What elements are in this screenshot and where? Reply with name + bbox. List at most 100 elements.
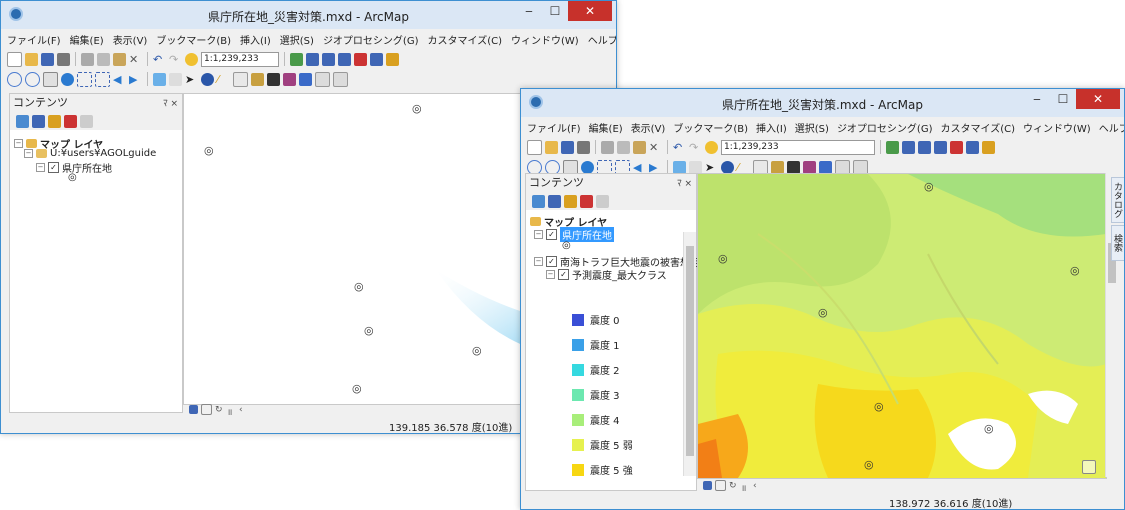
maximize-button[interactable]: ☐ bbox=[542, 1, 568, 21]
python-window-icon[interactable] bbox=[966, 140, 979, 154]
scale-input[interactable]: 1:1,239,233 bbox=[721, 139, 875, 155]
city-marker[interactable]: ◎ bbox=[472, 344, 482, 357]
select-elements-icon[interactable]: ➤ bbox=[185, 73, 198, 86]
toc-layer-symbol[interactable]: ◎ bbox=[68, 172, 77, 183]
data-view-icon[interactable] bbox=[703, 480, 712, 490]
map-view[interactable]: ◎ ◎ ◎ ◎ ◎ ◎ ◎ bbox=[697, 173, 1107, 479]
delete-icon[interactable]: ✕ bbox=[649, 141, 662, 154]
menu-view[interactable]: 表示(V) bbox=[631, 120, 666, 135]
toc-layer-selected[interactable]: − ✓ 県庁所在地 bbox=[534, 227, 614, 242]
find-icon[interactable] bbox=[787, 160, 800, 174]
city-marker[interactable]: ◎ bbox=[364, 324, 374, 337]
layer-visibility-checkbox[interactable]: ✓ bbox=[546, 256, 557, 267]
print-icon[interactable] bbox=[577, 140, 590, 154]
fixed-zoom-in-icon[interactable] bbox=[77, 71, 92, 87]
collapse-icon[interactable]: − bbox=[36, 163, 45, 172]
redo-icon[interactable]: ↷ bbox=[169, 53, 182, 66]
scroll-left-icon[interactable]: ‹ bbox=[753, 481, 762, 491]
find-route-icon[interactable] bbox=[803, 160, 816, 174]
menu-window[interactable]: ウィンドウ(W) bbox=[1023, 120, 1091, 135]
pause-drawing-icon[interactable]: ॥ bbox=[741, 481, 750, 494]
hyperlink-icon[interactable]: ⁄ bbox=[737, 161, 750, 174]
scale-input[interactable]: 1:1,239,233 bbox=[201, 51, 279, 67]
measure-icon[interactable] bbox=[251, 72, 264, 86]
cut-icon[interactable] bbox=[601, 140, 614, 154]
city-marker[interactable]: ◎ bbox=[354, 280, 364, 293]
copy-icon[interactable] bbox=[617, 140, 630, 154]
menu-select[interactable]: 選択(S) bbox=[280, 32, 314, 47]
find-route-icon[interactable] bbox=[283, 72, 296, 86]
toc-scrollbar[interactable] bbox=[683, 232, 696, 476]
full-extent-icon[interactable] bbox=[61, 72, 74, 86]
zoom-out-icon[interactable] bbox=[25, 71, 40, 87]
save-icon[interactable] bbox=[41, 52, 54, 66]
forward-extent-icon[interactable]: ▶ bbox=[649, 161, 662, 174]
refresh-icon[interactable]: ↻ bbox=[215, 405, 224, 415]
pin-close-icon[interactable]: ﾏ × bbox=[677, 176, 692, 189]
city-marker[interactable]: ◎ bbox=[864, 458, 874, 471]
catalog-window-icon[interactable] bbox=[918, 140, 931, 154]
python-window-icon[interactable] bbox=[370, 52, 383, 66]
catalog-window-icon[interactable] bbox=[322, 52, 335, 66]
toc-window-icon[interactable] bbox=[306, 52, 319, 66]
new-document-icon[interactable] bbox=[7, 51, 22, 67]
menu-file[interactable]: ファイル(F) bbox=[527, 120, 581, 135]
city-marker[interactable]: ◎ bbox=[204, 144, 214, 157]
list-by-source-icon[interactable] bbox=[32, 114, 45, 128]
model-builder-icon[interactable] bbox=[982, 140, 995, 154]
menu-view[interactable]: 表示(V) bbox=[113, 32, 148, 47]
collapse-icon[interactable]: − bbox=[534, 257, 543, 266]
redo-icon[interactable]: ↷ bbox=[689, 141, 702, 154]
undo-icon[interactable]: ↶ bbox=[153, 53, 166, 66]
menu-help[interactable]: ヘルプ(H) bbox=[1099, 120, 1124, 135]
time-slider-icon[interactable] bbox=[315, 71, 330, 87]
minimize-button[interactable]: ‒ bbox=[516, 1, 542, 21]
menu-file[interactable]: ファイル(F) bbox=[7, 32, 61, 47]
search-window-icon[interactable] bbox=[338, 52, 351, 66]
select-elements-icon[interactable]: ➤ bbox=[705, 161, 718, 174]
list-by-visibility-icon[interactable] bbox=[48, 114, 61, 128]
minimize-button[interactable]: ‒ bbox=[1024, 89, 1050, 109]
new-document-icon[interactable] bbox=[527, 139, 542, 155]
pin-close-icon[interactable]: ﾏ × bbox=[163, 96, 178, 109]
layout-view-icon[interactable] bbox=[201, 403, 212, 415]
scrollbar-thumb[interactable] bbox=[686, 246, 694, 456]
identify-icon[interactable] bbox=[201, 72, 214, 86]
toc-folder[interactable]: − U:¥users¥AGOLguide bbox=[24, 148, 156, 159]
close-button[interactable]: ✕ bbox=[568, 1, 612, 21]
menu-geoprocessing[interactable]: ジオプロセシング(G) bbox=[323, 32, 419, 47]
undo-icon[interactable]: ↶ bbox=[673, 141, 686, 154]
collapse-icon[interactable]: − bbox=[534, 230, 543, 239]
identify-icon[interactable] bbox=[721, 160, 734, 174]
html-popup-icon[interactable] bbox=[233, 71, 248, 87]
city-marker[interactable]: ◎ bbox=[874, 400, 884, 413]
back-extent-icon[interactable]: ◀ bbox=[113, 73, 126, 86]
city-marker[interactable]: ◎ bbox=[984, 422, 994, 435]
pan-icon[interactable] bbox=[43, 71, 58, 87]
go-to-xy-icon[interactable] bbox=[299, 72, 312, 86]
side-tab-search[interactable]: 検索 bbox=[1111, 225, 1124, 261]
collapse-icon[interactable]: − bbox=[546, 270, 555, 279]
list-by-visibility-icon[interactable] bbox=[564, 194, 577, 208]
select-features-icon[interactable] bbox=[673, 160, 686, 174]
paste-icon[interactable] bbox=[633, 140, 646, 154]
side-tab-catalog[interactable]: カタログ bbox=[1111, 177, 1124, 223]
options-icon[interactable] bbox=[80, 114, 93, 128]
back-extent-icon[interactable]: ◀ bbox=[633, 161, 646, 174]
viewer-window-icon[interactable] bbox=[333, 71, 348, 87]
open-folder-icon[interactable] bbox=[545, 140, 558, 154]
fixed-zoom-out-icon[interactable] bbox=[95, 71, 110, 87]
hyperlink-icon[interactable]: ⁄ bbox=[217, 73, 230, 86]
menu-geoprocessing[interactable]: ジオプロセシング(G) bbox=[837, 120, 933, 135]
clear-selection-icon[interactable] bbox=[689, 160, 702, 174]
copy-icon[interactable] bbox=[97, 52, 110, 66]
menu-window[interactable]: ウィンドウ(W) bbox=[511, 32, 579, 47]
paste-icon[interactable] bbox=[113, 52, 126, 66]
add-data-icon[interactable] bbox=[705, 140, 718, 154]
maximize-button[interactable]: ☐ bbox=[1050, 89, 1076, 109]
print-icon[interactable] bbox=[57, 52, 70, 66]
titlebar[interactable]: 県庁所在地_災害対策.mxd - ArcMap ‒ ☐ ✕ bbox=[521, 89, 1124, 117]
menu-insert[interactable]: 挿入(I) bbox=[756, 120, 787, 135]
list-by-selection-icon[interactable] bbox=[580, 194, 593, 208]
clear-selection-icon[interactable] bbox=[169, 72, 182, 86]
